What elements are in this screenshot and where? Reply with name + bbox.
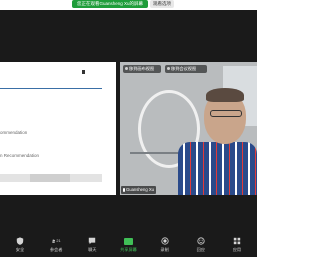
participant-name: Guansheng Xu bbox=[126, 187, 154, 192]
participant-shirt bbox=[178, 142, 257, 195]
meeting-toolbar: 安全 21 参会者 聊天 共享屏幕 录制 回应 应用 bbox=[0, 234, 257, 257]
document-divider bbox=[0, 88, 102, 89]
move-to-meeting-button[interactable]: 移到会议视图 bbox=[165, 65, 207, 73]
apps-icon bbox=[232, 237, 241, 245]
move-icon bbox=[125, 67, 128, 70]
view-options-button[interactable]: 观看选项 bbox=[150, 0, 174, 8]
participant-glasses bbox=[210, 110, 242, 117]
move-icon bbox=[167, 67, 170, 70]
participants-button[interactable]: 21 参会者 bbox=[42, 237, 70, 257]
meeting-window: 您正在观看Guansheng Xu的屏幕 观看选项 ommendation n … bbox=[0, 0, 257, 257]
participant-hair bbox=[206, 88, 244, 102]
chat-button[interactable]: 聊天 bbox=[78, 237, 106, 257]
shared-screen[interactable]: ommendation n Recommendation bbox=[0, 62, 116, 195]
reactions-label: 回应 bbox=[196, 247, 205, 252]
participant-count: 21 bbox=[56, 239, 61, 243]
record-button[interactable]: 录制 bbox=[151, 237, 179, 257]
record-label: 录制 bbox=[160, 247, 169, 252]
reactions-icon bbox=[196, 237, 205, 245]
share-screen-icon bbox=[123, 237, 133, 245]
document-text-line: ommendation bbox=[0, 130, 28, 135]
move-to-meeting-label: 移到会议视图 bbox=[171, 66, 197, 71]
participant-video[interactable] bbox=[120, 62, 257, 195]
document-text-line: n Recommendation bbox=[0, 153, 40, 158]
chat-icon bbox=[88, 237, 97, 245]
move-to-canvas-label: 移到画布视图 bbox=[129, 66, 155, 71]
security-label: 安全 bbox=[15, 247, 25, 252]
document-blurred-block bbox=[30, 174, 70, 182]
share-screen-button[interactable]: 共享屏幕 bbox=[114, 237, 142, 257]
share-screen-label: 共享屏幕 bbox=[120, 247, 137, 252]
reactions-button[interactable]: 回应 bbox=[187, 237, 215, 257]
apps-label: 应用 bbox=[232, 247, 242, 252]
security-button[interactable]: 安全 bbox=[6, 237, 34, 257]
chat-label: 聊天 bbox=[88, 247, 97, 252]
apps-button[interactable]: 应用 bbox=[223, 237, 251, 257]
remote-cursor bbox=[82, 70, 85, 74]
sharing-banner[interactable]: 您正在观看Guansheng Xu的屏幕 bbox=[72, 0, 148, 8]
participant-name-label: Guansheng Xu bbox=[121, 186, 156, 194]
shield-icon bbox=[16, 237, 25, 245]
record-icon bbox=[160, 237, 169, 245]
participants-icon: 21 bbox=[51, 237, 61, 245]
microphone-icon bbox=[123, 187, 125, 192]
participants-label: 参会者 bbox=[49, 247, 63, 252]
move-to-canvas-button[interactable]: 移到画布视图 bbox=[123, 65, 161, 73]
